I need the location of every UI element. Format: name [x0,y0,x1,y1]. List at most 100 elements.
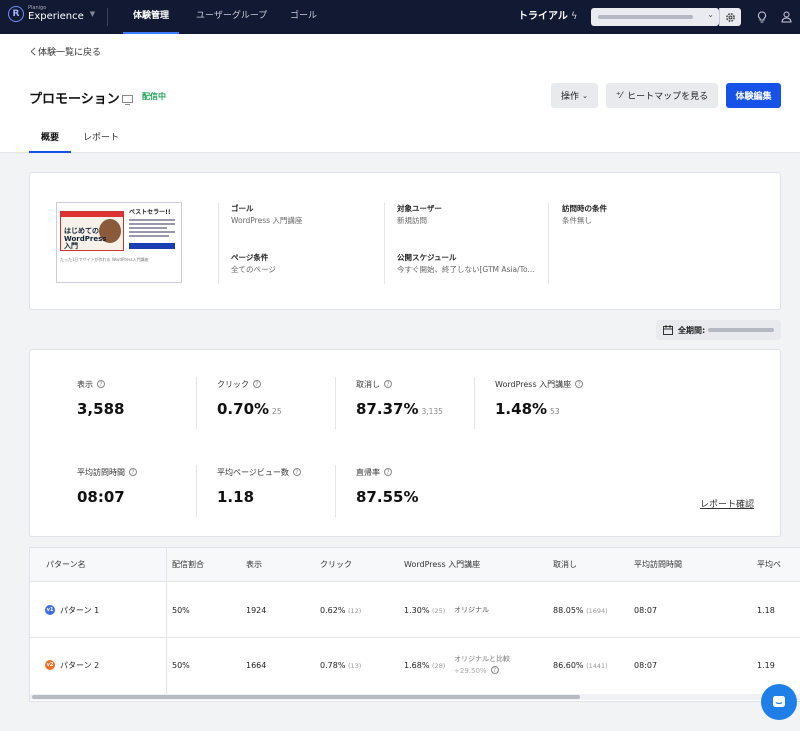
pattern-name[interactable]: パターン 1 [60,605,99,616]
pattern-name[interactable]: パターン 2 [60,660,99,671]
cell-note: オリジナルと比較 [454,655,510,663]
sparkle-icon: ⁺⁄ [615,90,623,101]
stat-value-avg-visit-time: 08:07 [77,488,125,506]
report-link[interactable]: レポート確認 [700,497,754,510]
schedule-label: 公開スケジュール [397,253,457,262]
chevron-down-icon: ⌄ [707,10,714,19]
help-icon[interactable]: ? [253,380,261,388]
stat-value-cancels: 87.37% 3,135 [356,400,443,418]
thumb-cta [129,243,175,249]
app-logo[interactable]: R Planigo Experience ▼ [8,6,95,22]
cell-avg-visit-time: 08:07 [634,661,658,670]
pattern-badge-v2: v2 [45,660,55,670]
stat-label-avg-pageviews: 平均ページビュー数? [217,467,301,478]
account-selector[interactable]: ⌄ [591,8,719,26]
col-avg-visit-time[interactable]: 平均訪問時間 [634,548,682,582]
col-ratio[interactable]: 配信割合 [172,548,204,582]
user-icon[interactable] [779,8,793,26]
actions-dropdown-button[interactable]: 操作 ⌄ [551,83,598,108]
stat-value-bounce-rate: 87.55% [356,488,419,506]
creative-thumbnail[interactable]: はじめての WordPress入門 ベストセラー!! たった1日でサイトが作れる… [56,202,182,283]
chevron-down-icon: ⌄ [582,91,588,100]
goal-label: ゴール [231,204,254,213]
scrollbar-thumb[interactable] [32,695,580,699]
cell-views: 1664 [246,661,267,670]
cell-avg-pageviews: 1.19 [757,661,775,670]
cell-ratio: 50% [172,661,190,670]
stats-card: 表示? 3,588 クリック? 0.70% 25 取消し? 87.37% 3,135… [29,349,781,537]
cell-avg-visit-time: 08:07 [634,606,658,615]
schedule-value: 今すぐ開始、終了しない[GTM Asia/To... [397,265,535,274]
thumb-headline: はじめての WordPress入門 [64,227,107,251]
cell-cancels: 86.60% (1441) [553,661,608,670]
monitor-icon [122,90,133,109]
stat-label-cancels: 取消し? [356,379,392,390]
page-header: く体験一覧に戻る プロモーション 配信中 操作 ⌄ ⁺⁄ ヒートマップを見る 体験編… [0,34,800,153]
chevron-down-icon[interactable]: ▼ [90,10,95,18]
status-badge: 配信中 [142,92,166,101]
nav-tab-user-groups[interactable]: ユーザーグループ [196,0,267,34]
cell-clicks: 0.78% (13) [320,661,362,670]
logo-main: Experience [28,11,84,22]
edit-experience-button[interactable]: 体験編集 [726,83,781,108]
stat-label-views: 表示? [77,379,105,390]
period-range-redacted [708,328,775,332]
stat-label-goal: WordPress 入門講座? [495,379,584,390]
period-selector[interactable]: 全期間: [656,320,781,340]
col-avg-pageviews[interactable]: 平均ペ [757,548,781,582]
heatmap-button[interactable]: ⁺⁄ ヒートマップを見る [606,83,718,108]
col-clicks[interactable]: クリック [320,548,352,582]
logo-icon: R [8,6,24,22]
cell-clicks: 0.62% (12) [320,606,362,615]
nav-tab-experiences[interactable]: 体験管理 [123,0,180,34]
cell-ratio: 50% [172,606,190,615]
stat-value-views: 3,588 [77,400,125,418]
experience-info-card: はじめての WordPress入門 ベストセラー!! たった1日でサイトが作れる… [29,172,781,310]
help-icon[interactable]: ? [292,468,301,476]
stat-value-clicks: 0.70% 25 [217,400,282,418]
cell-note-diff: +29.50%? [454,666,499,675]
stat-label-avg-visit-time: 平均訪問時間? [77,467,137,478]
stat-label-bounce-rate: 直帰率? [356,467,392,478]
calendar-icon [663,325,673,335]
col-views[interactable]: 表示 [246,548,262,582]
lightbulb-icon[interactable] [755,8,769,26]
stat-value-goal: 1.48% 53 [495,400,560,418]
stat-value-avg-pageviews: 1.18 [217,488,255,506]
account-name-redacted [598,15,693,19]
help-icon[interactable]: ? [384,380,392,388]
trial-label[interactable]: トライアル ϟ [518,0,578,34]
page-title: プロモーション [29,92,120,107]
tab-report[interactable]: レポート [80,124,122,153]
help-icon[interactable]: ? [97,380,105,388]
cell-views: 1924 [246,606,267,615]
help-icon[interactable]: ? [129,468,137,476]
target-users-label: 対象ユーザー [397,204,442,213]
pattern-badge-v1: v1 [45,605,55,615]
chat-support-button[interactable] [761,684,797,720]
nav-divider [107,8,108,26]
col-cancels[interactable]: 取消し [553,548,577,582]
thumb-caption: たった1日でサイトが作れる WordPress入門講座 [60,257,149,262]
pattern-table: パターン名 配信割合 表示 クリック WordPress 入門講座 取消し 平均… [29,547,800,702]
back-link[interactable]: く体験一覧に戻る [29,45,101,58]
gear-icon[interactable] [719,8,741,26]
col-goal[interactable]: WordPress 入門講座 [404,548,480,582]
cell-goal: 1.68% (28) [404,661,446,670]
goal-value: WordPress 入門講座 [231,216,303,225]
nav-tab-goals[interactable]: ゴール [290,0,317,34]
help-icon[interactable]: ? [490,666,499,674]
top-nav: R Planigo Experience ▼ 体験管理 ユーザーグループ ゴール… [0,0,800,34]
col-pattern-name[interactable]: パターン名 [46,548,86,582]
page-condition-label: ページ条件 [231,253,269,262]
cell-avg-pageviews: 1.18 [757,606,775,615]
tab-overview[interactable]: 概要 [29,124,71,153]
help-icon[interactable]: ? [384,468,392,476]
bolt-icon: ϟ [570,11,578,22]
page-condition-value: 全てのページ [231,265,276,274]
thumb-title: ベストセラー!! [129,209,171,216]
cell-cancels: 88.05% (1694) [553,606,608,615]
help-icon[interactable]: ? [575,380,584,388]
cell-goal: 1.30% (25) [404,606,446,615]
chat-icon [773,696,785,707]
